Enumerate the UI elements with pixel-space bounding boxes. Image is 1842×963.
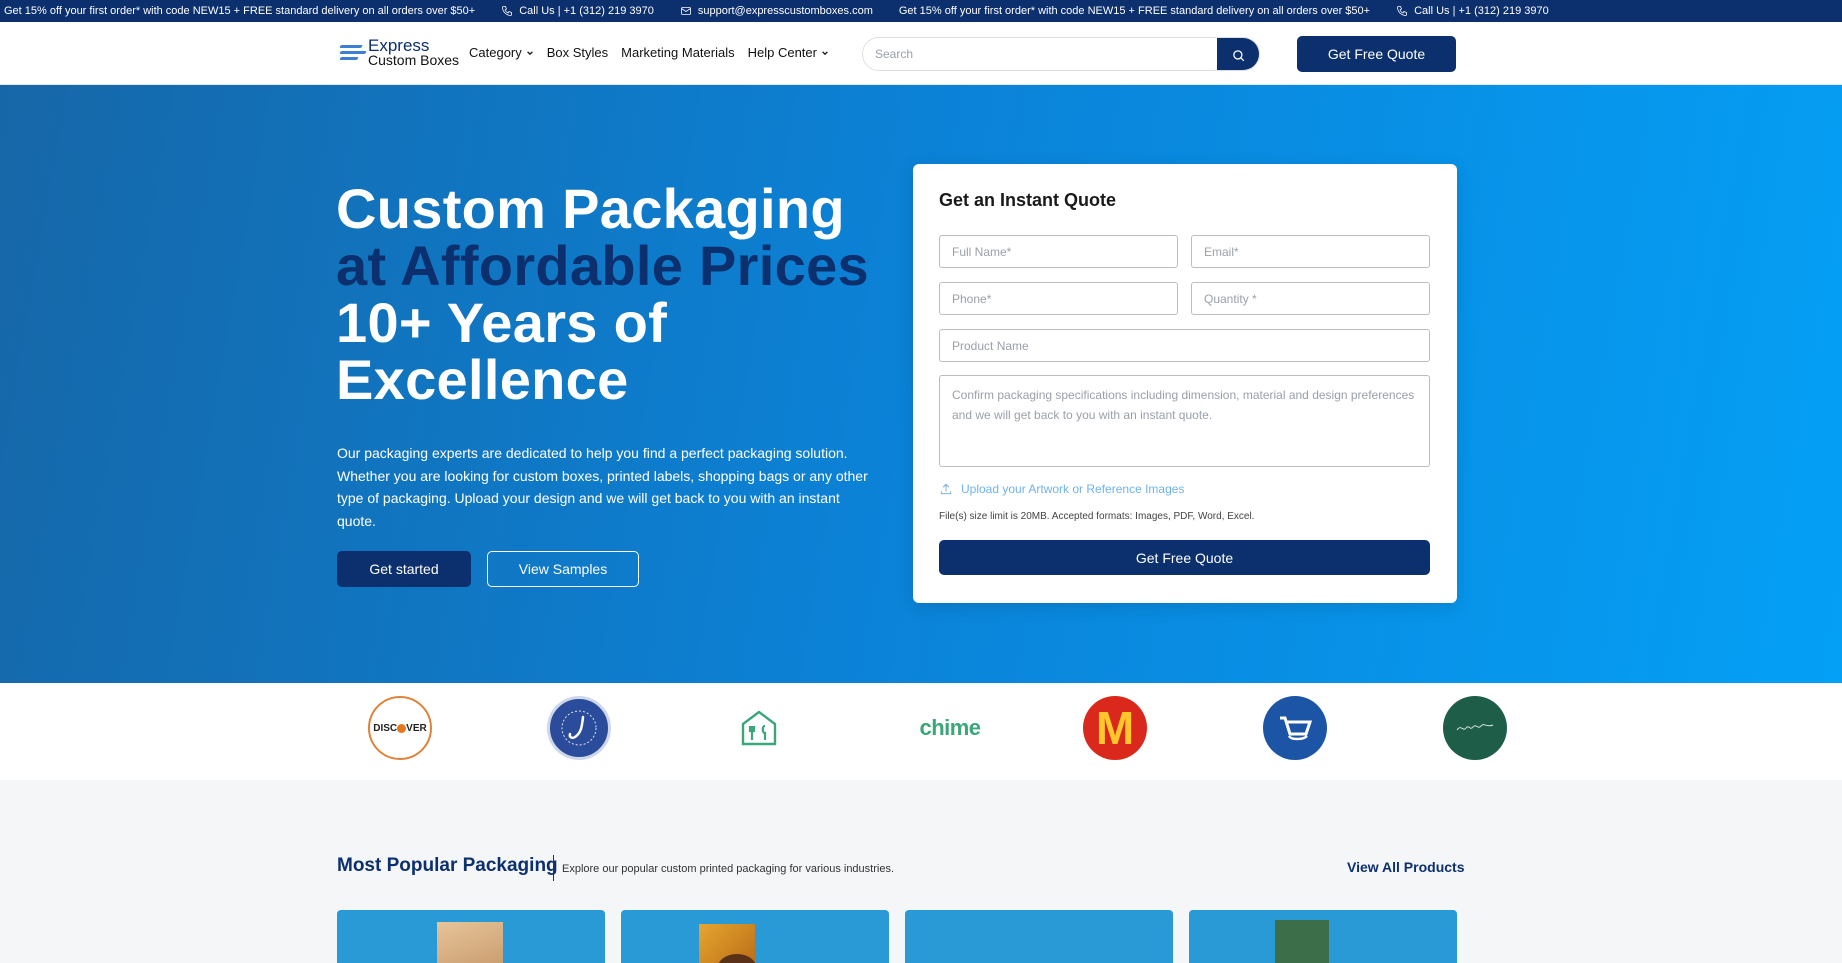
green-box-image: [1275, 920, 1329, 963]
promo-text-repeat: Get 15% off your first order* with code …: [898, 5, 1371, 17]
quantity-field[interactable]: Quantity *: [1191, 282, 1430, 315]
restaurant-logo: [727, 696, 791, 760]
full-name-field[interactable]: Full Name*: [939, 235, 1178, 268]
hero-headline: Custom Packaging at Affordable Prices 10…: [336, 180, 869, 408]
search-icon: [1232, 49, 1244, 61]
title-divider: [553, 855, 554, 881]
mcdonalds-logo: M: [1083, 696, 1147, 760]
mail-icon: [680, 7, 691, 15]
search-button[interactable]: [1217, 38, 1259, 70]
nav-box-styles-label: Box Styles: [546, 45, 609, 60]
nav-help-label: Help Center: [747, 45, 817, 60]
main-nav: Category Box Styles Marketing Materials …: [469, 45, 829, 60]
seal-j-icon: [561, 710, 597, 746]
phone-text: Call Us | +1 (312) 219 3970: [519, 5, 654, 17]
seal-logo: [547, 696, 611, 760]
site-logo[interactable]: Express Custom Boxes: [339, 36, 460, 68]
search-bar: [862, 37, 1260, 71]
get-started-button[interactable]: Get started: [337, 551, 471, 587]
nav-help-center[interactable]: Help Center: [748, 45, 829, 60]
product-card-4[interactable]: [1189, 910, 1457, 963]
logo-arrows-icon: [339, 42, 367, 64]
hero-section: Custom Packaging at Affordable Prices 10…: [0, 85, 1842, 683]
discover-dot-icon: [397, 723, 407, 733]
details-textarea[interactable]: Confirm packaging specifications includi…: [939, 375, 1430, 467]
phone-link-repeat[interactable]: Call Us | +1 (312) 219 3970: [1396, 5, 1549, 17]
mcdonalds-arch: M: [1095, 702, 1135, 754]
hero-line2: at Affordable Prices: [336, 234, 869, 297]
chevron-down-icon: [822, 50, 828, 55]
nav-marketing-materials[interactable]: Marketing Materials: [621, 45, 734, 60]
nav-marketing-label: Marketing Materials: [621, 45, 735, 60]
view-all-products-link[interactable]: View All Products: [1347, 859, 1464, 875]
popular-packaging-section: Most Popular Packaging Explore our popul…: [0, 780, 1842, 963]
hero-line4: Excellence: [336, 348, 629, 411]
header-quote-button[interactable]: Get Free Quote: [1297, 36, 1456, 72]
popular-title: Most Popular Packaging: [337, 855, 558, 876]
nav-category[interactable]: Category: [469, 45, 534, 60]
product-card-2[interactable]: [621, 910, 889, 963]
phone-text: Call Us | +1 (312) 219 3970: [1414, 5, 1549, 17]
discover-logo-text-end: VER: [406, 722, 427, 734]
view-samples-button[interactable]: View Samples: [487, 551, 639, 587]
phone-icon: [502, 6, 513, 16]
phone-link[interactable]: Call Us | +1 (312) 219 3970: [501, 5, 654, 17]
kraft-box-image: [437, 922, 503, 963]
search-input[interactable]: [863, 38, 1217, 70]
logo-line1: Express: [368, 36, 430, 55]
site-header: Express Custom Boxes Category Box Styles…: [0, 22, 1842, 85]
logo-line2: Custom Boxes: [368, 52, 460, 68]
nav-category-label: Category: [469, 45, 522, 60]
product-name-field[interactable]: Product Name: [939, 329, 1430, 362]
file-size-note: File(s) size limit is 20MB. Accepted for…: [939, 511, 1255, 522]
email-field[interactable]: Email*: [1191, 235, 1430, 268]
discover-logo: DISC VER: [368, 696, 432, 760]
quote-form-title: Get an Instant Quote: [939, 190, 1117, 210]
email-text: support@expresscustomboxes.com: [697, 5, 873, 17]
product-card-1[interactable]: [337, 910, 605, 963]
upload-artwork-link[interactable]: Upload your Artwork or Reference Images: [939, 482, 1184, 496]
hero-line1: Custom Packaging: [336, 177, 845, 240]
shopping-cart-icon: [1280, 716, 1313, 741]
hero-description: Our packaging experts are dedicated to h…: [337, 445, 868, 529]
nav-box-styles[interactable]: Box Styles: [547, 45, 608, 60]
fork-knife-icon: [741, 710, 777, 746]
phone-field[interactable]: Phone*: [939, 282, 1178, 315]
green-script-logo: [1443, 696, 1507, 760]
cart-logo: [1263, 696, 1327, 760]
email-link[interactable]: support@expresscustomboxes.com: [680, 5, 873, 17]
hero-line3: 10+ Years of: [336, 291, 668, 354]
upload-label: Upload your Artwork or Reference Images: [961, 482, 1185, 496]
script-wordmark-icon: [1456, 724, 1494, 731]
submit-quote-button[interactable]: Get Free Quote: [939, 540, 1430, 575]
chevron-down-icon: [526, 50, 533, 55]
phone-icon: [1397, 6, 1407, 16]
client-logos-strip: DISC VER chime M: [0, 683, 1842, 780]
quote-form: Get an Instant Quote Full Name* Email* P…: [913, 164, 1457, 603]
chime-logo: chime: [919, 715, 981, 740]
promo-text: Get 15% off your first order* with code …: [4, 5, 476, 17]
promo-bar: Get 15% off your first order* with code …: [0, 0, 1842, 22]
upload-icon: [940, 483, 952, 495]
discover-logo-text: DISC: [373, 722, 398, 734]
product-card-3[interactable]: [905, 910, 1173, 963]
popular-subtitle: Explore our popular custom printed packa…: [562, 863, 895, 875]
